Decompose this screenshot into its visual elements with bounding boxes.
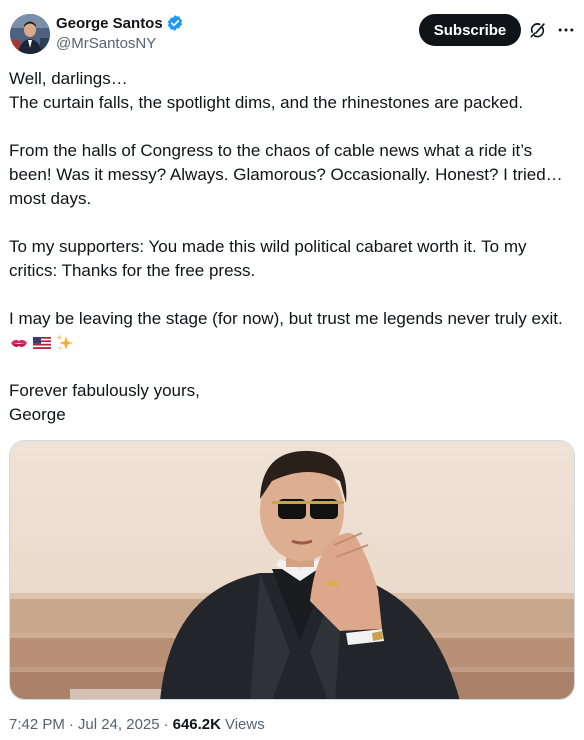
verified-badge-icon[interactable] xyxy=(166,14,184,32)
post-line-signoff: Forever fabulously yours, xyxy=(9,381,200,400)
author-block: George Santos @MrSantosNY xyxy=(56,13,184,52)
post-paragraph-stage: I may be leaving the stage (for now), bu… xyxy=(9,309,563,328)
separator-dot: · xyxy=(163,716,169,733)
views-count[interactable]: 646.2K xyxy=(173,716,221,733)
post-line-greeting: Well, darlings… xyxy=(9,69,128,88)
us-flag-emoji-icon xyxy=(32,333,52,353)
handle[interactable]: @MrSantosNY xyxy=(56,35,184,52)
name-row: George Santos xyxy=(56,13,184,33)
emoji-row xyxy=(9,331,577,355)
more-icon[interactable] xyxy=(556,20,576,40)
post-meta: 7:42 PM · Jul 24, 2025 · 646.2K Views xyxy=(9,716,265,733)
subscribe-button[interactable]: Subscribe xyxy=(419,14,521,46)
post-header: George Santos @MrSantosNY Subscribe xyxy=(8,12,576,56)
post-line-curtain: The curtain falls, the spotlight dims, a… xyxy=(9,93,524,112)
post-text: Well, darlings… The curtain falls, the s… xyxy=(9,67,577,427)
views-label: Views xyxy=(224,716,265,733)
post-paragraph-supporters: To my supporters: You made this wild pol… xyxy=(9,237,532,280)
post-image[interactable] xyxy=(9,440,575,700)
post-paragraph-congress: From the halls of Congress to the chaos … xyxy=(9,141,568,208)
sparkles-emoji-icon xyxy=(55,333,75,353)
separator-dot: · xyxy=(68,716,74,733)
grok-icon[interactable] xyxy=(528,20,548,40)
post-time[interactable]: 7:42 PM xyxy=(9,716,65,733)
display-name[interactable]: George Santos xyxy=(56,15,163,32)
kiss-mark-emoji-icon xyxy=(9,333,29,353)
post-line-signature: George xyxy=(9,405,66,424)
avatar[interactable] xyxy=(10,14,50,54)
post-date[interactable]: Jul 24, 2025 xyxy=(78,716,160,733)
